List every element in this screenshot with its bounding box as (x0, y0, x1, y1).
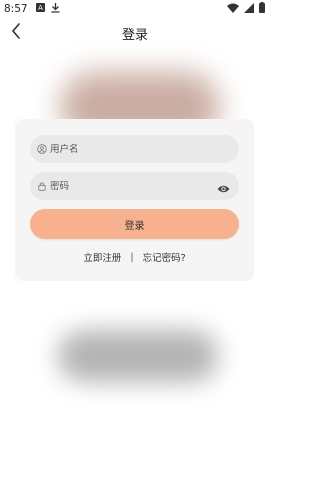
status-time: 8:57 (4, 3, 28, 15)
battery-icon (259, 2, 265, 16)
password-field[interactable] (30, 172, 239, 200)
wifi-icon (227, 3, 239, 16)
lock-icon (37, 181, 47, 191)
signal-icon (244, 2, 254, 16)
navigation-bar: 登录 (0, 18, 270, 48)
a-box-icon: A (35, 3, 45, 15)
blurred-decoration-bottom (58, 330, 218, 382)
status-bar: 8:57 A (0, 0, 270, 18)
account-links: 立即注册 | 忘记密码? (15, 250, 254, 265)
download-icon (51, 2, 60, 16)
link-separator: | (130, 251, 134, 263)
username-field[interactable] (30, 135, 239, 163)
svg-text:A: A (38, 4, 43, 12)
login-button[interactable]: 登录 (30, 209, 239, 239)
username-input[interactable] (50, 143, 200, 155)
password-input[interactable] (50, 180, 200, 192)
forgot-password-link[interactable]: 忘记密码? (143, 250, 186, 264)
page-title: 登录 (121, 28, 148, 43)
eye-icon[interactable] (217, 180, 230, 193)
user-icon (37, 144, 47, 154)
login-card: 登录 立即注册 | 忘记密码? (15, 119, 254, 281)
register-link[interactable]: 立即注册 (83, 250, 121, 264)
